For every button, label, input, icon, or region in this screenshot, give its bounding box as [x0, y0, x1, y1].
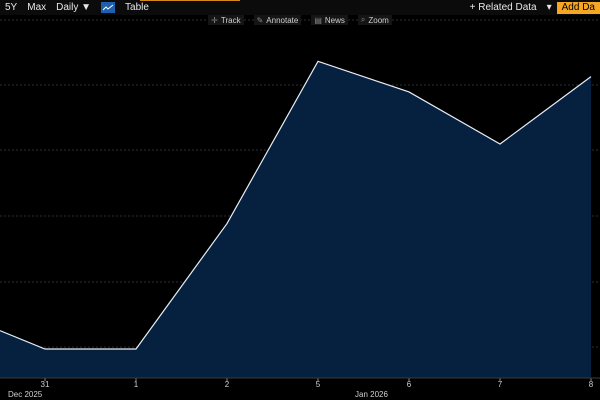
related-data-button[interactable]: + Related Data [465, 0, 542, 15]
x-tick-label-2: 1 [134, 380, 139, 389]
chart-subtools: ✛ Track ✎ Annotate ▤ News ⌕ Zoom [0, 15, 600, 25]
track-label: Track [220, 15, 241, 25]
x-tick-label-6: 7 [498, 380, 503, 389]
news-icon: ▤ [314, 15, 322, 25]
month-label-dec: Dec 2025 [8, 390, 43, 399]
related-data-caret[interactable]: ▾ [542, 0, 557, 15]
month-label-jan: Jan 2026 [355, 390, 388, 399]
crosshair-icon: ✛ [211, 15, 218, 25]
annotate-label: Annotate [266, 15, 299, 25]
x-tick-label-4: 5 [316, 380, 321, 389]
annotate-tool[interactable]: ✎ Annotate [253, 15, 302, 25]
magnifier-icon: ⌕ [360, 15, 366, 24]
pencil-icon: ✎ [256, 15, 264, 25]
chart-toolbar: 5Y Max Daily ▼ Table + Related Data ▾ Ad… [0, 0, 600, 15]
price-chart[interactable]: 31 1 2 5 6 7 8 Dec 2025 Jan 2026 [0, 0, 600, 400]
zoom-label: Zoom [368, 15, 389, 25]
line-chart-icon[interactable] [101, 2, 116, 13]
x-axis: 31 1 2 5 6 7 8 [41, 378, 594, 389]
toolbar-accent-line [140, 0, 240, 1]
series-area [0, 61, 591, 379]
x-tick-label-5: 6 [407, 380, 412, 389]
range-5y-button[interactable]: 5Y [0, 0, 22, 15]
news-tool[interactable]: ▤ News [311, 15, 348, 25]
x-tick-label-3: 2 [225, 380, 230, 389]
range-max-button[interactable]: Max [22, 0, 51, 15]
add-data-button[interactable]: Add Da [556, 1, 600, 14]
table-button[interactable]: Table [120, 0, 154, 15]
x-tick-label-1: 31 [41, 380, 50, 389]
track-tool[interactable]: ✛ Track [208, 15, 244, 25]
zoom-tool[interactable]: ⌕ Zoom [357, 15, 392, 25]
news-label: News [324, 15, 345, 25]
x-tick-label-7: 8 [589, 380, 594, 389]
frequency-dropdown[interactable]: Daily ▼ [51, 0, 96, 15]
